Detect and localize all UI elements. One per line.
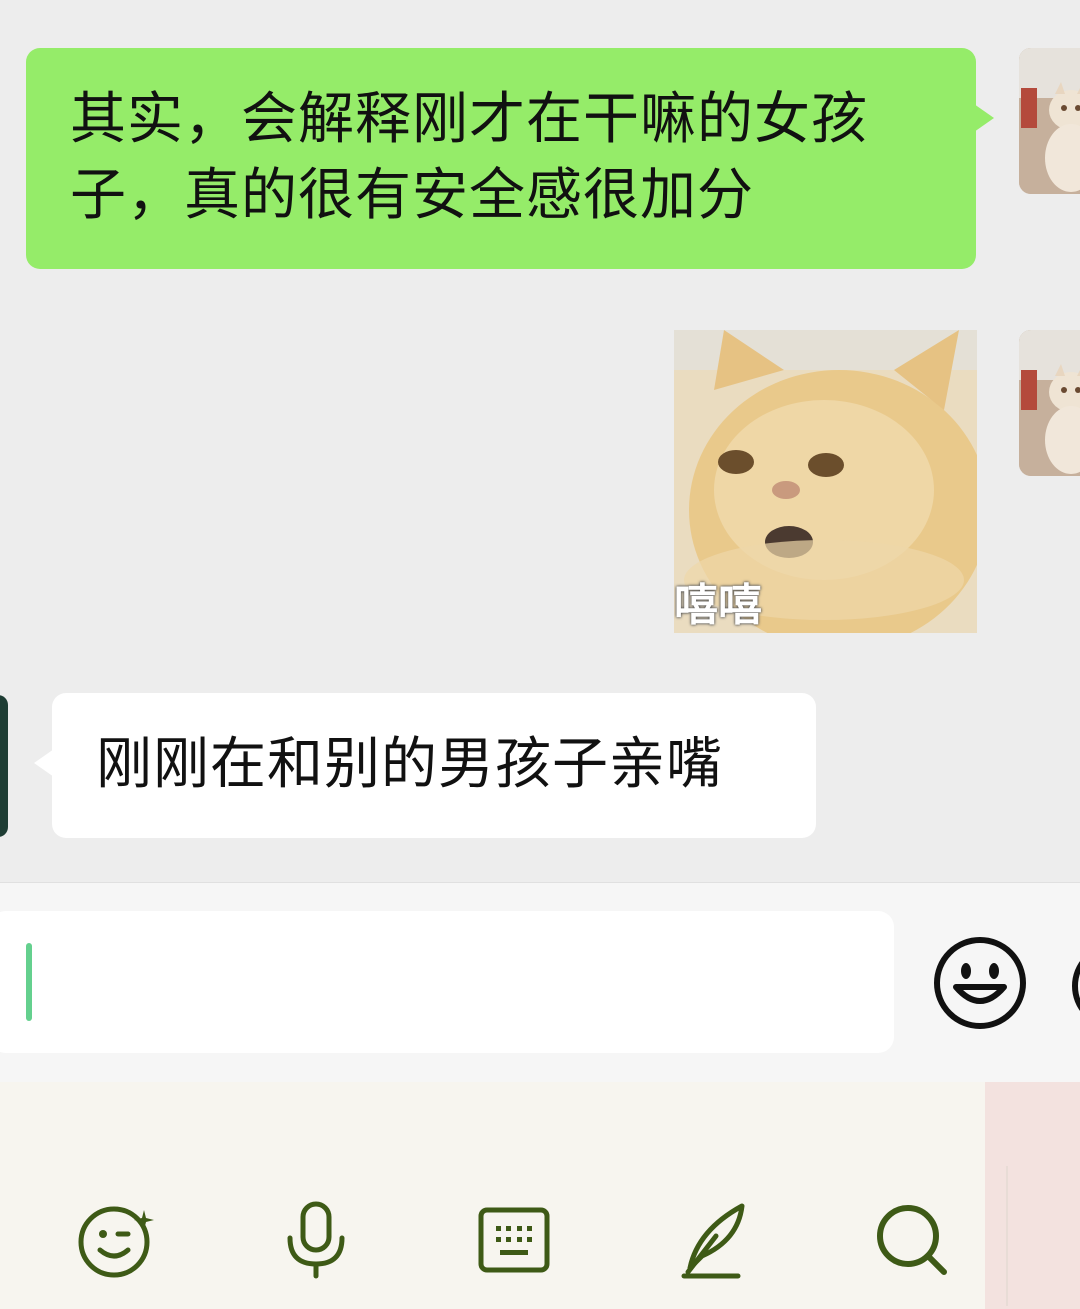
toolbar-divider <box>1006 1166 1008 1306</box>
feather-pen-icon[interactable] <box>676 1200 756 1280</box>
keyboard-icon[interactable] <box>474 1200 554 1280</box>
message-text: 其实，会解释刚才在干嘛的女孩子，真的很有安全感很加分 <box>70 87 868 228</box>
cat-avatar-image <box>1019 48 1080 194</box>
my-avatar[interactable] <box>1019 48 1080 194</box>
plus-circle-icon[interactable] <box>1072 943 1080 1029</box>
chat-area[interactable]: 其实，会解释刚才在干嘛的女孩子，真的很有安全感很加分 嘻嘻 刚刚在和别的男孩子亲… <box>0 0 1080 882</box>
search-icon[interactable] <box>872 1200 952 1280</box>
input-bar <box>0 882 1080 1083</box>
smile-icon[interactable] <box>932 935 1028 1031</box>
cat-sticker[interactable]: 嘻嘻 <box>674 330 977 633</box>
contact-avatar[interactable] <box>0 695 8 837</box>
outgoing-message-bubble[interactable]: 其实，会解释刚才在干嘛的女孩子，真的很有安全感很加分 <box>26 48 994 269</box>
incoming-message-bubble[interactable]: 刚刚在和别的男孩子亲嘴 <box>34 693 816 838</box>
cat-avatar-image <box>1019 330 1080 476</box>
wink-emoji-icon[interactable] <box>76 1200 156 1280</box>
message-input[interactable] <box>0 911 894 1053</box>
sticker-caption: 嘻嘻 <box>674 580 762 631</box>
microphone-icon[interactable] <box>276 1200 356 1280</box>
bottom-toolbar <box>0 1082 1080 1309</box>
message-text: 刚刚在和别的男孩子亲嘴 <box>96 732 723 797</box>
text-cursor <box>26 943 32 1021</box>
background-photo <box>985 1082 1080 1309</box>
my-avatar[interactable] <box>1019 330 1080 476</box>
